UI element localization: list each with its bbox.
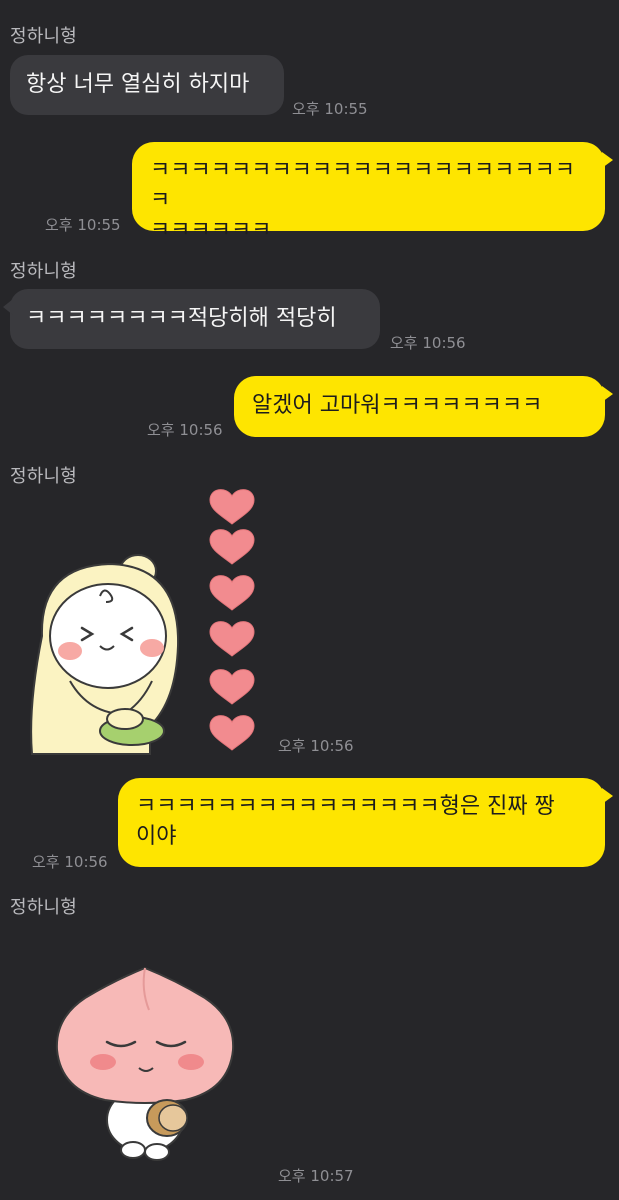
bubble-tail — [602, 152, 613, 168]
message-timestamp: 오후 10:56 — [390, 334, 466, 352]
message-timestamp: 오후 10:56 — [278, 737, 354, 755]
sticker-image — [55, 966, 235, 1161]
sender-name: 정하니형 — [10, 897, 78, 918]
message-text: 알겠어 고마워ㅋㅋㅋㅋㅋㅋㅋㅋ — [252, 393, 543, 418]
bear-hoodie-hearts-sticker[interactable] — [20, 486, 270, 756]
message-timestamp: 오후 10:55 — [292, 100, 368, 118]
outgoing-message-bubble[interactable]: ㅋㅋㅋㅋㅋㅋㅋㅋㅋㅋㅋㅋㅋㅋㅋ형은 진짜 짱 이야 — [118, 778, 613, 867]
message-timestamp: 오후 10:55 — [45, 216, 121, 234]
outgoing-message-bubble[interactable]: 알겠어 고마워ㅋㅋㅋㅋㅋㅋㅋㅋ — [234, 376, 613, 437]
sender-name: 정하니형 — [10, 261, 78, 282]
message-text: 항상 너무 열심히 하지마 — [26, 72, 250, 97]
bubble-tail — [602, 386, 613, 402]
peach-character-sticker[interactable] — [45, 950, 265, 1165]
sender-name: 정하니형 — [10, 26, 78, 47]
bubble-tail — [3, 299, 13, 315]
incoming-message-bubble[interactable]: 항상 너무 열심히 하지마 — [10, 55, 284, 115]
message-timestamp: 오후 10:56 — [32, 853, 108, 871]
message-text-line: ㅋㅋㅋㅋㅋㅋㅋㅋㅋㅋㅋㅋㅋㅋㅋㅋㅋㅋㅋㅋㅋㅋ — [150, 158, 576, 213]
sender-name: 정하니형 — [10, 466, 78, 487]
message-text-line: 이야 — [136, 824, 177, 849]
incoming-message-bubble[interactable]: ㅋㅋㅋㅋㅋㅋㅋㅋ적당히해 적당히 — [3, 289, 380, 349]
message-timestamp: 오후 10:56 — [147, 421, 223, 439]
message-text-line: ㅋㅋㅋㅋㅋㅋㅋㅋㅋㅋㅋㅋㅋㅋㅋ형은 진짜 짱 — [136, 794, 555, 819]
bubble-tail — [602, 788, 613, 804]
message-text: ㅋㅋㅋㅋㅋㅋㅋㅋ적당히해 적당히 — [26, 306, 337, 331]
message-text-line: ㅋㅋㅋㅋㅋㅋ — [150, 218, 272, 243]
message-timestamp: 오후 10:57 — [278, 1167, 354, 1185]
outgoing-message-bubble[interactable]: ㅋㅋㅋㅋㅋㅋㅋㅋㅋㅋㅋㅋㅋㅋㅋㅋㅋㅋㅋㅋㅋㅋ ㅋㅋㅋㅋㅋㅋ — [132, 142, 613, 243]
sticker-image — [30, 489, 255, 755]
